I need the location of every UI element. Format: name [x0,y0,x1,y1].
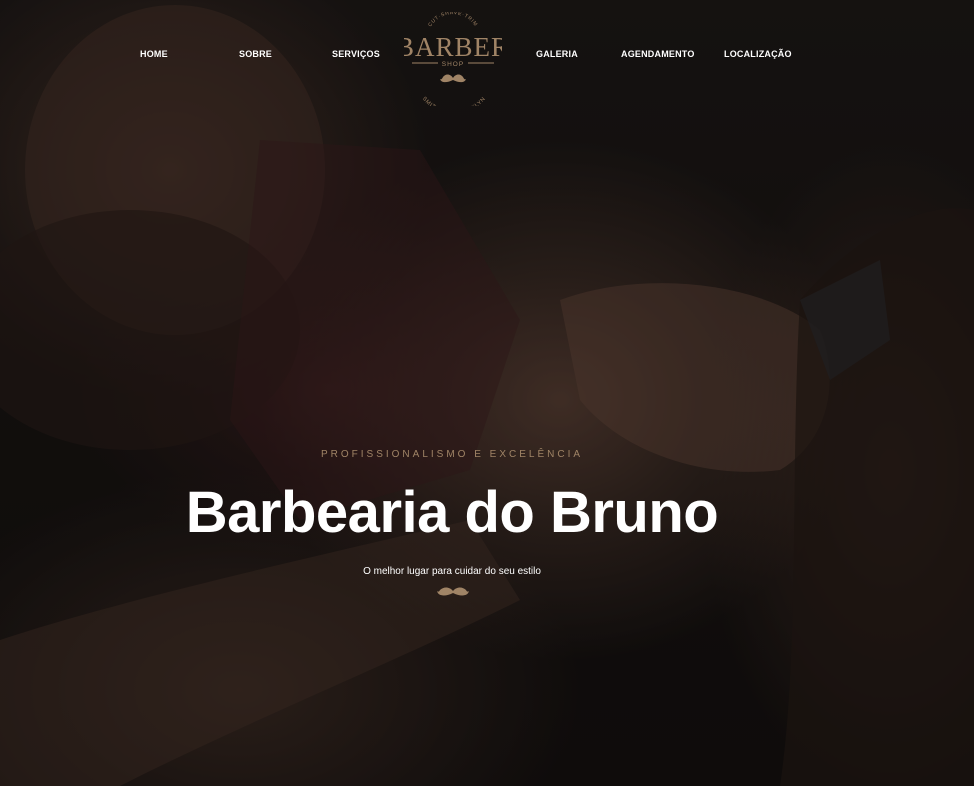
logo-top-text: CUT·SHAVE·TRIM [427,12,478,28]
mustache-icon [440,74,466,83]
hero-overlay [0,0,974,786]
nav-servicos[interactable]: SERVIÇOS [332,49,380,59]
logo-bottom-text: SMITH ST. BROOKLYN [421,96,487,106]
logo-name: BARBER [404,32,502,62]
mustache-icon [437,587,469,596]
nav-home[interactable]: HOME [140,49,168,59]
barber-shop-logo[interactable]: CUT·SHAVE·TRIM BARBER SHOP SMITH ST. BRO… [404,12,502,106]
nav-galeria[interactable]: GALERIA [536,49,578,59]
hero-background [0,0,974,786]
hero-subtitle: O melhor lugar para cuidar do seu estilo [363,566,541,577]
hero-title: Barbearia do Bruno [185,480,719,545]
nav-sobre[interactable]: SOBRE [239,49,272,59]
hero-eyebrow: PROFISSIONALISMO E EXCELÊNCIA [320,449,584,460]
logo-sub: SHOP [442,61,464,68]
nav-agendamento[interactable]: AGENDAMENTO [621,49,695,59]
nav-localizacao[interactable]: LOCALIZAÇÃO [724,49,792,59]
